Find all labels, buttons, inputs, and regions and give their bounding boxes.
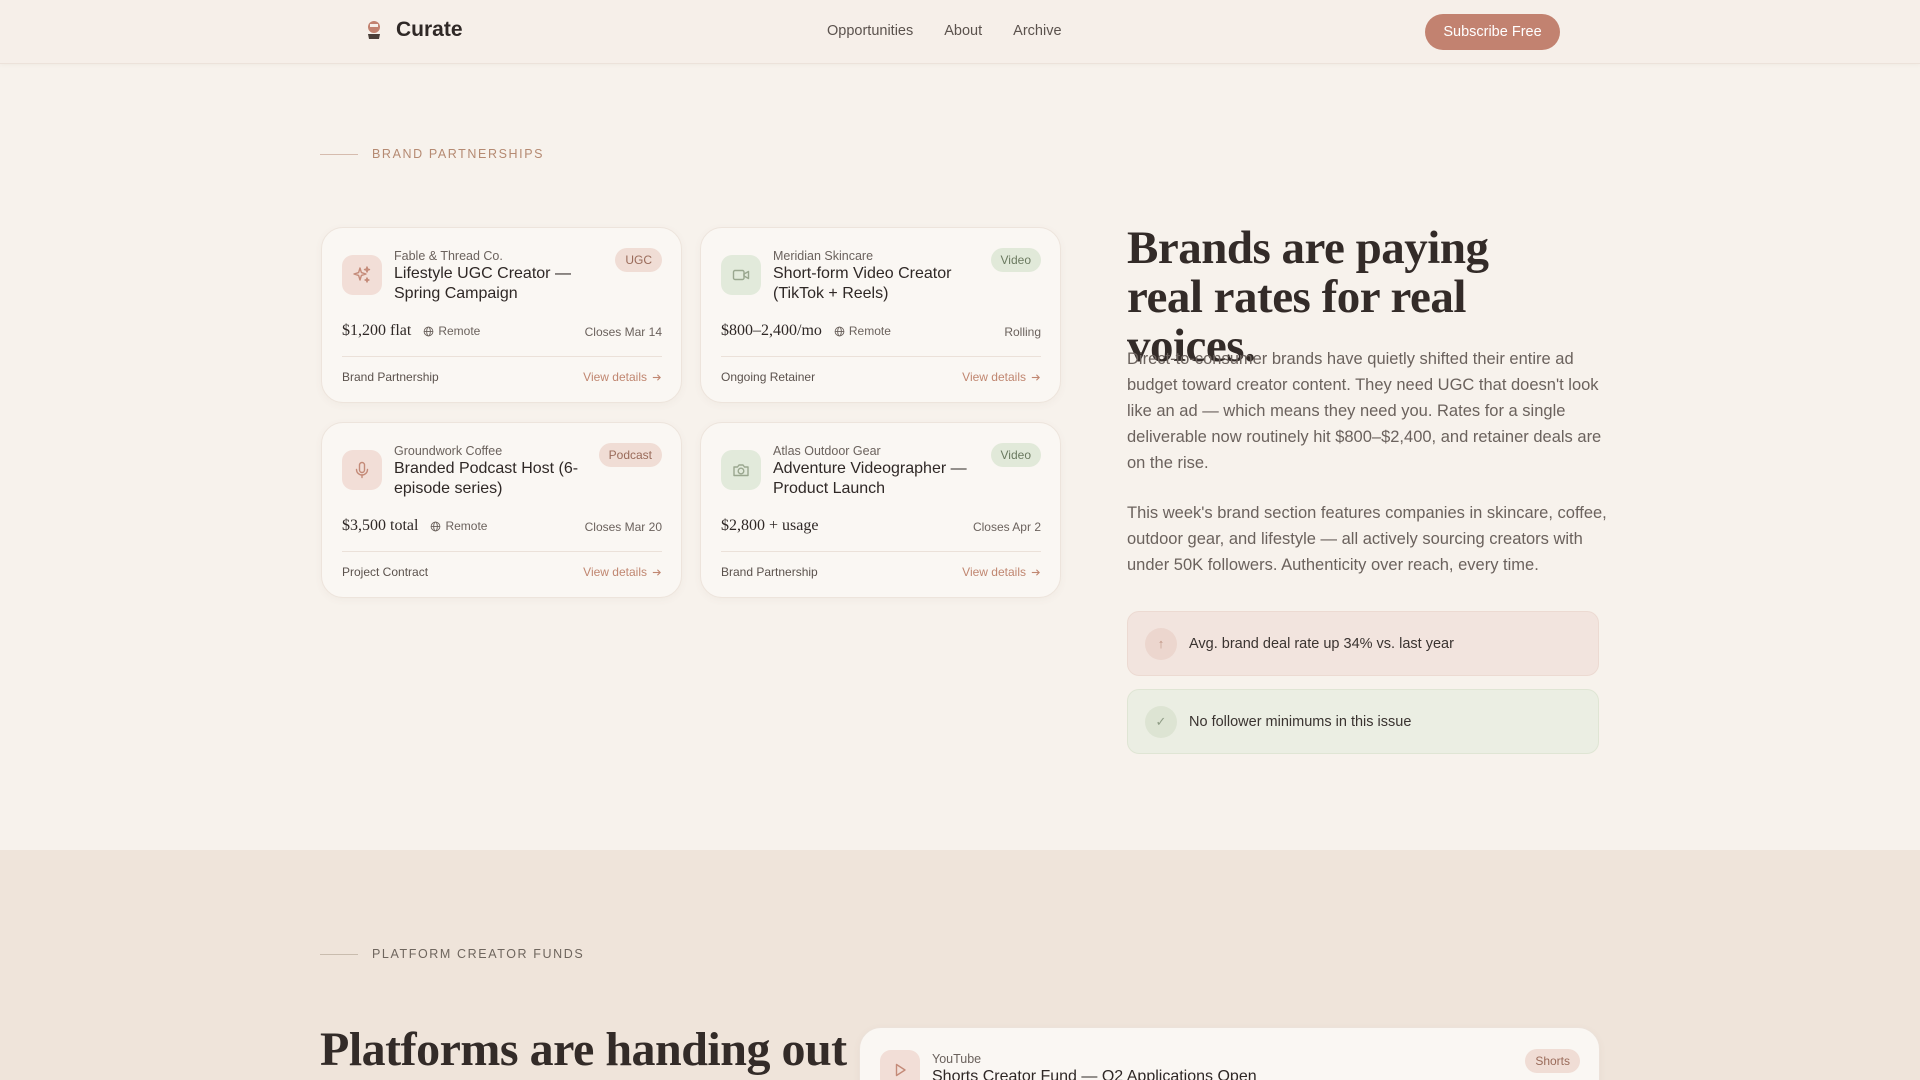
nav-opportunities[interactable]: Opportunities xyxy=(827,23,913,39)
platform-name: YouTube xyxy=(932,1052,982,1066)
contract-type: Brand Partnership xyxy=(721,565,818,579)
opportunity-card[interactable]: Fable & Thread Co. Lifestyle UGC Creator… xyxy=(321,227,682,403)
view-details-link[interactable]: View details xyxy=(583,370,662,384)
microphone-icon xyxy=(342,450,382,490)
detail-paragraph: This week's brand section features compa… xyxy=(1127,504,1607,574)
role-title: Short-form Video Creator (TikTok + Reels… xyxy=(773,265,952,302)
arrow-right-icon xyxy=(1031,568,1040,576)
deadline: Closes Mar 20 xyxy=(584,520,662,534)
category-tag: Shorts xyxy=(1525,1049,1580,1073)
category-tag: UGC xyxy=(615,248,662,272)
eyebrow-line xyxy=(320,953,358,955)
company-name: Meridian Skincare xyxy=(773,249,874,263)
rate: $3,500 total xyxy=(342,517,419,534)
rate: $1,200 flat xyxy=(342,322,412,339)
view-details-link[interactable]: View details xyxy=(962,565,1041,579)
view-details-label: View details xyxy=(583,370,647,384)
company-name: Groundwork Coffee xyxy=(394,444,503,458)
nav-archive[interactable]: Archive xyxy=(1013,23,1061,39)
opportunity-card[interactable]: Groundwork Coffee Branded Podcast Host (… xyxy=(321,422,682,598)
eyebrow-label: BRAND PARTNERSHIPS xyxy=(372,147,545,161)
card-meta: $800–2,400/mo Remote xyxy=(721,322,891,340)
main-nav: Opportunities About Archive xyxy=(827,23,1062,39)
deadline: Closes Apr 2 xyxy=(972,520,1041,534)
stat-rate-increase: ↑ Avg. brand deal rate up 34% vs. last y… xyxy=(1127,611,1599,676)
check-icon: ✓ xyxy=(1145,705,1177,738)
fund-card[interactable]: YouTube Shorts Creator Fund — Q2 Applica… xyxy=(859,1027,1600,1080)
category-tag: Video xyxy=(990,443,1041,467)
card-divider xyxy=(721,356,1041,357)
globe-icon xyxy=(423,326,434,336)
location: Remote xyxy=(430,519,487,533)
rate: $800–2,400/mo xyxy=(721,322,822,339)
arrow-right-icon xyxy=(1031,373,1040,381)
role-title: Lifestyle UGC Creator — Spring Campaign xyxy=(394,265,571,302)
subscribe-button[interactable]: Subscribe Free xyxy=(1425,14,1560,50)
deadline: Closes Mar 14 xyxy=(584,325,662,339)
company-name: Atlas Outdoor Gear xyxy=(773,444,881,458)
intro-paragraph: Direct-to-consumer brands have quietly s… xyxy=(1127,350,1602,472)
view-details-link[interactable]: View details xyxy=(962,370,1041,384)
arrow-up-icon: ↑ xyxy=(1145,627,1177,660)
deadline: Rolling xyxy=(1004,325,1041,339)
role-title: Adventure Videographer — Product Launch xyxy=(773,460,967,497)
play-icon xyxy=(880,1050,920,1080)
view-details-label: View details xyxy=(962,370,1026,384)
section-eyebrow-brand: BRAND PARTNERSHIPS xyxy=(320,147,544,161)
category-tag: Video xyxy=(990,248,1041,272)
contract-type: Project Contract xyxy=(342,565,429,579)
camera-icon xyxy=(721,450,761,490)
opportunity-card[interactable]: Meridian Skincare Short-form Video Creat… xyxy=(700,227,1061,403)
location-label: Remote xyxy=(445,519,488,533)
stat-text: Avg. brand deal rate up 34% vs. last yea… xyxy=(1189,635,1454,652)
card-divider xyxy=(721,551,1041,552)
opportunity-card[interactable]: Atlas Outdoor Gear Adventure Videographe… xyxy=(700,422,1061,598)
site-header: Curate Opportunities About Archive Subsc… xyxy=(0,0,1920,64)
arrow-right-icon xyxy=(652,373,661,381)
card-divider xyxy=(342,551,662,552)
card-meta: $1,200 flat Remote xyxy=(342,322,480,340)
location: Remote xyxy=(834,324,891,338)
category-tag: Podcast xyxy=(598,443,662,467)
card-divider xyxy=(342,356,662,357)
view-details-label: View details xyxy=(962,565,1026,579)
role-title: Branded Podcast Host (6-episode series) xyxy=(394,460,579,497)
platform-headline: Platforms are handing out xyxy=(320,1023,847,1076)
globe-icon xyxy=(431,521,441,531)
fund-title: Shorts Creator Fund — Q2 Applications Op… xyxy=(932,1068,1257,1080)
card-meta: $3,500 total Remote xyxy=(342,517,487,535)
sparkle-icon xyxy=(342,255,382,295)
logo-icon xyxy=(368,21,380,39)
location-label: Remote xyxy=(438,324,481,338)
video-camera-icon xyxy=(721,255,761,295)
location-label: Remote xyxy=(848,324,891,338)
brand-name: Curate xyxy=(396,18,463,41)
logo[interactable]: Curate xyxy=(364,18,463,42)
globe-icon xyxy=(834,326,845,336)
contract-type: Brand Partnership xyxy=(342,370,439,384)
company-name: Fable & Thread Co. xyxy=(394,249,503,263)
eyebrow-line xyxy=(320,153,358,155)
rate: $2,800 + usage xyxy=(721,517,819,534)
stat-no-minimums: ✓ No follower minimums in this issue xyxy=(1127,689,1599,754)
arrow-right-icon xyxy=(652,568,661,576)
card-meta: $2,800 + usage xyxy=(721,517,818,535)
view-details-link[interactable]: View details xyxy=(583,565,662,579)
stat-text: No follower minimums in this issue xyxy=(1189,713,1412,730)
location: Remote xyxy=(423,324,480,338)
nav-about[interactable]: About xyxy=(944,23,982,39)
contract-type: Ongoing Retainer xyxy=(721,370,816,384)
section-eyebrow-platform: PLATFORM CREATOR FUNDS xyxy=(320,947,584,961)
view-details-label: View details xyxy=(583,565,647,579)
eyebrow-label: PLATFORM CREATOR FUNDS xyxy=(372,947,585,961)
